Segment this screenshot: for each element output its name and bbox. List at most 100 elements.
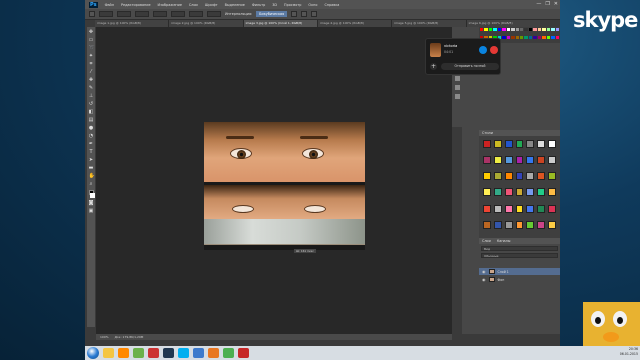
style-swatch[interactable] [515, 172, 524, 181]
clone-stamp-icon[interactable]: ⊥ [89, 94, 94, 99]
color-swatch[interactable] [502, 35, 506, 39]
paragraph-panel-icon[interactable] [454, 94, 460, 99]
visibility-eye-icon[interactable]: ◉ [482, 269, 486, 274]
tab-document-6[interactable]: image 6.jpg @ 100% (RGB/8) [466, 20, 540, 27]
style-swatch[interactable] [493, 140, 502, 148]
height-field[interactable] [153, 11, 167, 17]
color-swatch[interactable] [542, 28, 546, 31]
layer-row[interactable]: ◉ Фон [479, 276, 560, 283]
marquee-tool-icon[interactable]: ▭ [89, 38, 94, 43]
menu-item-edit[interactable]: Редактирование [121, 3, 151, 7]
chrome-icon[interactable] [223, 348, 234, 358]
color-swatch[interactable] [537, 28, 542, 31]
width-field[interactable] [135, 11, 149, 17]
style-swatch[interactable] [548, 156, 556, 165]
eyes-photo-transformed-layer[interactable] [204, 219, 365, 245]
color-swatch[interactable] [546, 35, 551, 39]
healing-brush-icon[interactable]: ✚ [89, 78, 94, 83]
style-swatch[interactable] [483, 204, 491, 213]
style-swatch[interactable] [493, 204, 502, 213]
color-swatch[interactable] [511, 28, 515, 31]
dodge-tool-icon[interactable]: ◔ [89, 134, 94, 139]
menu-item-3d[interactable]: 3D [272, 3, 277, 7]
style-swatch[interactable] [483, 156, 491, 165]
background-color-swatch[interactable] [90, 193, 95, 198]
tab-document-1[interactable]: image 1.jpg @ 100% (RGB/8) [95, 20, 169, 27]
style-swatch[interactable] [548, 204, 556, 213]
style-swatch[interactable] [515, 156, 524, 165]
color-swatch[interactable] [506, 35, 511, 39]
gradient-icon[interactable]: ▤ [89, 118, 94, 123]
style-swatch[interactable] [504, 204, 513, 213]
send-message-button[interactable]: Отправить почтой [441, 63, 499, 70]
color-swatch[interactable] [546, 28, 551, 31]
word-icon[interactable] [193, 348, 204, 358]
menu-item-file[interactable]: Файл [105, 3, 114, 7]
style-swatch[interactable] [493, 172, 502, 181]
style-swatch[interactable] [515, 188, 524, 197]
menu-item-view[interactable]: Просмотр [284, 3, 301, 7]
tool-preset-icon[interactable] [89, 11, 95, 17]
color-swatch[interactable] [480, 28, 484, 31]
eyedropper-icon[interactable]: ⁄ [89, 70, 94, 75]
zoom-level[interactable]: 100% [100, 334, 109, 340]
menu-item-select[interactable]: Выделение [225, 3, 245, 7]
color-swatch[interactable] [533, 28, 537, 31]
layer-row[interactable]: ◉ Слой 1 [479, 268, 560, 275]
color-swatch[interactable] [528, 28, 533, 31]
commit-transform-icon[interactable] [311, 11, 318, 17]
style-swatch[interactable] [537, 172, 546, 181]
style-swatch[interactable] [504, 220, 513, 229]
menu-item-filter[interactable]: Фильтр [252, 3, 265, 7]
close-button[interactable]: ✕ [554, 1, 558, 7]
eraser-icon[interactable]: ◧ [89, 110, 94, 115]
color-swatch[interactable] [555, 35, 559, 39]
menu-item-image[interactable]: Изображение [158, 3, 182, 7]
style-swatch[interactable] [493, 188, 502, 197]
color-swatch[interactable] [511, 35, 515, 39]
color-swatch[interactable] [524, 28, 528, 31]
brush-tool-icon[interactable]: ✎ [89, 86, 94, 91]
maximize-button[interactable]: ❐ [545, 1, 549, 7]
style-swatch[interactable] [483, 172, 491, 181]
transform-bounding-line[interactable] [204, 244, 365, 245]
photoshop-taskbar-icon[interactable] [163, 348, 174, 358]
warp-icon[interactable] [291, 11, 298, 17]
quick-mask-icon[interactable]: ◙ [89, 201, 94, 206]
style-swatch[interactable] [537, 188, 546, 197]
visibility-eye-icon[interactable]: ◉ [482, 277, 486, 282]
style-swatch[interactable] [526, 188, 535, 197]
skype-taskbar-icon[interactable] [178, 348, 189, 358]
style-swatch[interactable] [515, 140, 524, 148]
history-brush-icon[interactable]: ↺ [89, 102, 94, 107]
color-swatch[interactable] [488, 28, 493, 31]
screen-mode-icon[interactable]: ▣ [89, 209, 94, 214]
color-swatch[interactable] [515, 28, 519, 31]
skew-v-field[interactable] [207, 11, 221, 17]
layers-filter-select[interactable]: Вид [481, 246, 558, 251]
style-swatch[interactable] [504, 140, 513, 148]
color-swatch[interactable] [493, 28, 497, 31]
styles-panel[interactable] [479, 136, 560, 238]
style-swatch[interactable] [526, 204, 535, 213]
color-swatch[interactable] [506, 28, 511, 31]
blend-mode-select[interactable]: Обычные [481, 253, 558, 258]
firefox-icon[interactable] [208, 348, 219, 358]
move-tool-icon[interactable]: ✥ [89, 30, 94, 35]
properties-panel-icon[interactable] [454, 76, 460, 81]
color-swatch[interactable] [497, 28, 502, 31]
path-select-icon[interactable]: ➤ [89, 158, 94, 163]
zoom-tool-icon[interactable]: ⌕ [89, 182, 94, 187]
end-call-button[interactable] [490, 46, 498, 54]
color-swatch[interactable] [533, 35, 537, 39]
y-field[interactable] [117, 11, 131, 17]
menu-item-layers[interactable]: Слои [189, 3, 198, 7]
opera-icon[interactable] [148, 348, 159, 358]
menu-item-type[interactable]: Шрифт [205, 3, 218, 7]
color-swatch[interactable] [537, 35, 542, 39]
color-swatch[interactable] [528, 35, 533, 39]
style-swatch[interactable] [548, 220, 556, 229]
color-swatch[interactable] [551, 35, 555, 39]
color-swatch[interactable] [519, 35, 524, 39]
style-swatch[interactable] [515, 204, 524, 213]
